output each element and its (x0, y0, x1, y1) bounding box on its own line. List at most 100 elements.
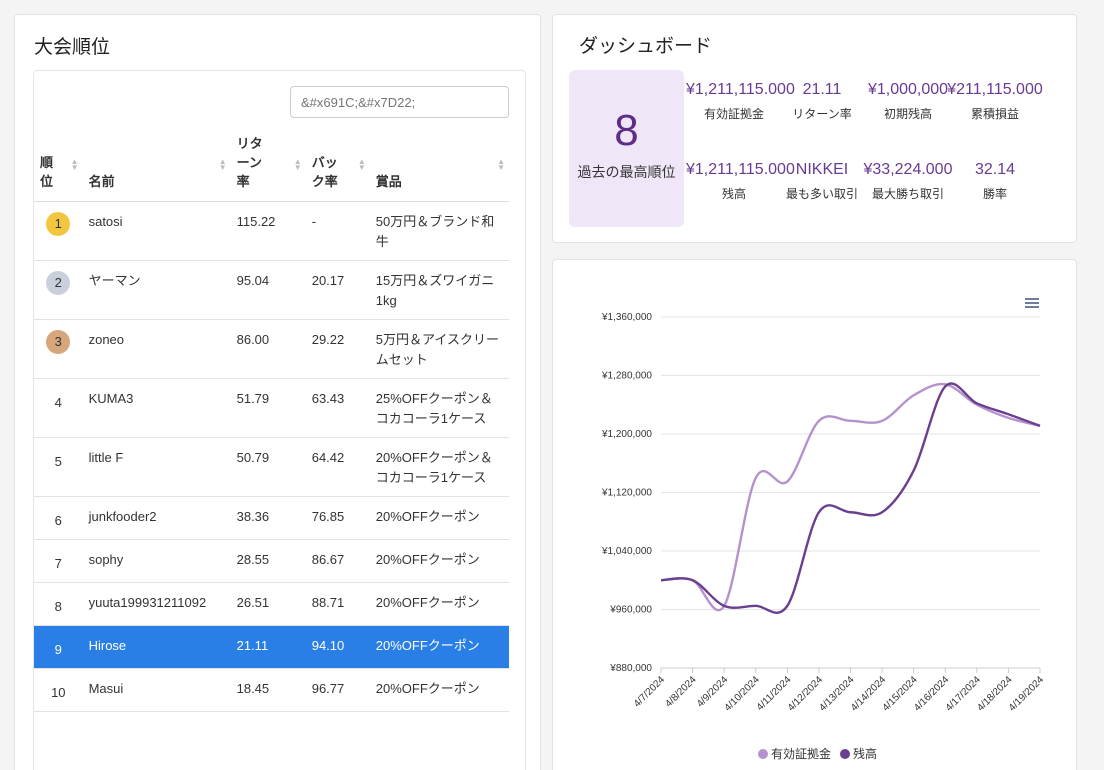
name-cell: satosi (82, 201, 231, 261)
rank-medal-badge: 2 (46, 271, 71, 295)
equity-chart: ¥1,360,000 ¥1,280,000 ¥1,200,000 ¥1,120,000… (601, 298, 1046, 761)
table-row[interactable]: 10 Masui 18.45 96.77 20%OFFクーポン (34, 668, 509, 712)
stat-value: ¥33,224.000 (863, 161, 953, 178)
table-row[interactable]: 6 junkfooder2 38.36 76.85 20%OFFクーポン (34, 496, 509, 540)
return-cell: 50.79 (230, 437, 306, 497)
hamburger-menu-icon[interactable] (1025, 298, 1039, 308)
prize-cell: 20%OFFクーポン (369, 582, 509, 626)
rank-medal-badge: 3 (46, 330, 71, 354)
ranking-table-box: 順位▲▼名前▲▼リターン率▲▼バック率▲▼賞品▲▼ 1satosi115.22-… (33, 70, 526, 770)
ranking-title: 大会順位 (34, 36, 111, 58)
stat-value: ¥1,000,000 (867, 81, 949, 98)
sort-arrows-icon[interactable]: ▲ ▼ (294, 158, 302, 172)
best-rank-label: 過去の最高順位 (577, 164, 676, 180)
stat-value: ¥1,211,115.000 (686, 161, 795, 178)
rank-cell: 2 (34, 260, 83, 320)
dashboard-card: ダッシュボード 8 過去の最高順位 ¥1,211,115.000 有効証拠金 21.… (552, 14, 1077, 243)
column-header-0[interactable]: 順位 ▲ ▼ (34, 128, 83, 202)
stat-label: 最大勝ち取引 (871, 187, 944, 201)
stat-label: 残高 (721, 187, 746, 201)
sort-arrows-icon[interactable]: ▲ ▼ (497, 158, 505, 172)
rank-number: 9 (54, 642, 62, 657)
back-cell: - (305, 201, 370, 261)
table-row[interactable]: 7 sophy 28.55 86.67 20%OFFクーポン (34, 539, 509, 583)
column-header-text: 賞品 (375, 174, 402, 189)
column-header-4[interactable]: 賞品 ▲ ▼ (369, 128, 509, 202)
prize-cell: 15万円＆ズワイガニ1kg (369, 260, 509, 320)
name-cell: ヤーマン (82, 260, 231, 320)
prize-cell: 20%OFFクーポン (369, 625, 509, 669)
rank-number: 7 (54, 556, 62, 571)
prize-cell: 5万円＆アイスクリームセット (369, 319, 509, 379)
sort-arrows-icon[interactable]: ▲ ▼ (219, 158, 227, 172)
return-cell: 28.55 (230, 539, 306, 583)
best-rank-value: 8 (614, 106, 639, 155)
table-row[interactable]: 8 yuuta199931211092 26.51 88.71 20%OFFクーポン (34, 582, 509, 626)
column-header-1[interactable]: 名前 ▲ ▼ (82, 128, 231, 202)
back-cell: 64.42 (305, 437, 370, 497)
legend-marker (840, 749, 850, 759)
y-tick-label: ¥1,120,000 (601, 488, 652, 499)
rank-cell: 1 (34, 201, 83, 261)
y-tick-label: ¥1,040,000 (601, 546, 652, 557)
table-row[interactable]: 9 Hirose 21.11 94.10 20%OFFクーポン (34, 625, 509, 669)
stat-item: 21.11 リターン率 (774, 81, 870, 122)
sort-arrows-icon[interactable]: ▲ ▼ (358, 158, 366, 172)
column-header-text: 名前 (88, 174, 115, 189)
y-tick-label: ¥880,000 (609, 663, 652, 674)
column-header-text: ク率 (311, 174, 338, 189)
stat-label: 最も多い取引 (785, 187, 858, 201)
rank-cell: 4 (34, 378, 83, 438)
back-cell: 86.67 (305, 539, 370, 583)
prize-cell: 20%OFFクーポン＆コカコーラ1ケース (369, 437, 509, 497)
stat-label: 累積損益 (970, 107, 1019, 121)
series-line-0 (660, 382, 1041, 612)
legend-label: 有効証拠金 (771, 746, 831, 761)
name-cell: little F (82, 437, 231, 497)
column-header-text: ーン (236, 155, 262, 170)
series-line-1 (660, 382, 1041, 614)
stat-label: 初期残高 (883, 107, 932, 121)
rank-number: 6 (54, 513, 62, 528)
return-cell: 21.11 (230, 625, 306, 669)
rank-number: 10 (51, 685, 66, 700)
return-cell: 95.04 (230, 260, 306, 320)
stat-label: 勝率 (982, 187, 1007, 201)
column-header-2[interactable]: リタ ーン率 ▲ ▼ (230, 128, 306, 202)
name-cell: Hirose (82, 625, 231, 669)
rank-cell: 7 (34, 539, 83, 583)
ranking-card: 大会順位 順位▲▼名前▲▼リターン率▲▼バック率▲▼賞品▲▼ 1satosi11… (14, 14, 541, 770)
y-tick-label: ¥960,000 (609, 605, 652, 616)
column-header-3[interactable]: バック率 ▲ ▼ (305, 128, 370, 202)
rank-cell: 8 (34, 582, 83, 626)
sort-arrows-icon[interactable]: ▲ ▼ (71, 158, 79, 172)
table-row[interactable]: 3 zoneo 86.00 29.22 5万円＆アイスクリームセット (34, 319, 509, 379)
table-row[interactable]: 1 satosi 115.22-50万円＆ブランド和牛 (34, 201, 509, 261)
search-input[interactable] (290, 86, 509, 118)
table-header-row: 順位 ▲ ▼ 名前 ▲ ▼ リタ ーン率 ▲ ▼ バッ ク率 ▲ ▼ 賞品 ▲ ▼ (34, 128, 509, 202)
name-cell: sophy (82, 539, 231, 583)
name-cell: yuuta199931211092 (82, 582, 231, 626)
stat-item: NIKKEI 最も多い取引 (774, 161, 870, 202)
y-tick-label: ¥1,280,000 (601, 371, 652, 382)
rank-cell: 3 (34, 319, 83, 379)
table-row[interactable]: 2 ヤーマン 95.04 20.17 15万円＆ズワイガニ1kg (34, 260, 509, 320)
name-cell: Masui (82, 668, 231, 712)
prize-cell: 20%OFFクーポン (369, 539, 509, 583)
table-row[interactable]: 4 KUMA3 51.79 63.43 25%OFFクーポン＆コカコーラ1ケース (34, 378, 509, 438)
best-rank-box: 8 過去の最高順位 (569, 70, 684, 227)
back-cell: 76.85 (305, 496, 370, 540)
back-cell: 20.17 (305, 260, 370, 320)
x-tick-label: 4/8/2024 (663, 674, 699, 710)
prize-cell: 50万円＆ブランド和牛 (369, 201, 509, 261)
table-row[interactable]: 5 little F 50.79 64.42 20%OFFクーポン＆コカコーラ1ケース (34, 437, 509, 497)
ranking-table-body: 1 satosi 115.22-50万円＆ブランド和牛 2 ヤーマン 95.04 20.17… (34, 201, 509, 712)
y-tick-label: ¥1,360,000 (601, 312, 652, 323)
prize-cell: 20%OFFクーポン (369, 668, 509, 712)
column-header-text: バッ (311, 155, 338, 170)
return-cell: 115.22 (230, 201, 306, 261)
stat-item: ¥33,224.000 最大勝ち取引 (860, 161, 956, 202)
stat-item: ¥1,211,115.000 残高 (686, 161, 795, 202)
stat-value: ¥211,115.000 (947, 81, 1043, 98)
column-header-text: 率 (236, 174, 250, 189)
